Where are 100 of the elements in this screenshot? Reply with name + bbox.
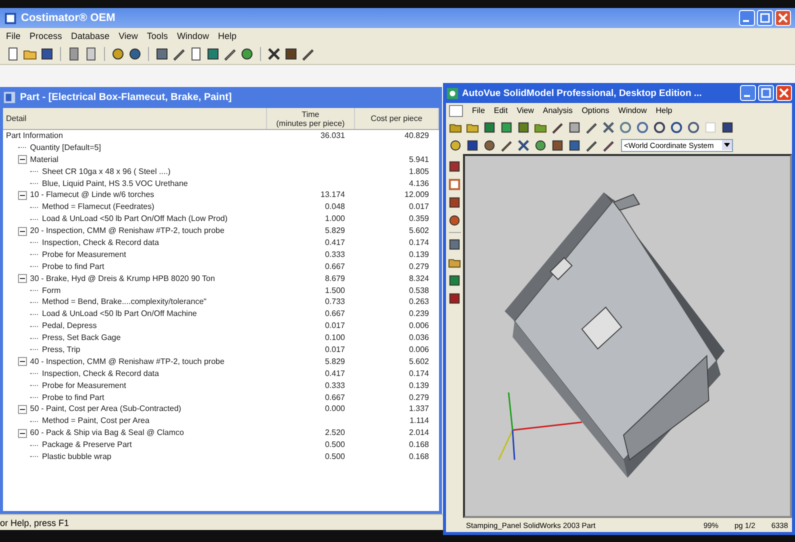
- tree-item[interactable]: Press, Set Back Gage: [42, 332, 121, 344]
- menu-item[interactable]: Database: [71, 31, 110, 41]
- collapse-toggle[interactable]: [18, 190, 27, 200]
- cost-value: 0.168: [408, 439, 429, 452]
- tree-item[interactable]: 60 - Pack & Ship via Bag & Seal @ Clamco: [30, 427, 184, 440]
- tree-item[interactable]: Probe for Measurement: [42, 248, 126, 261]
- time-value: 0.667: [324, 260, 345, 273]
- delete-icon[interactable]: [267, 47, 281, 61]
- time-value: 0.417: [324, 237, 345, 249]
- part-window-title: Part - [Electrical Box-Flamecut, Brake, Paint]: [20, 92, 232, 103]
- menu-item[interactable]: Tools: [146, 31, 168, 41]
- tree-item[interactable]: 10 - Flamecut @ Linde w/6 torches: [30, 189, 154, 202]
- time-value: 0.333: [324, 380, 345, 392]
- menu-item[interactable]: Options: [582, 106, 610, 115]
- menu-item[interactable]: Analysis: [542, 106, 573, 115]
- tree-item[interactable]: 50 - Paint, Cost per Area (Sub-Contracted): [30, 403, 182, 416]
- close-button[interactable]: [775, 10, 791, 26]
- menu-item[interactable]: View: [118, 31, 138, 41]
- collapse-toggle[interactable]: [18, 274, 27, 284]
- tree-item[interactable]: Pedal, Depress: [42, 320, 97, 332]
- tree-item[interactable]: Inspection, Check & Record data: [42, 237, 159, 249]
- column-header[interactable]: Detail: [3, 108, 267, 129]
- cost-value: 8.324: [408, 272, 429, 285]
- cost-value: 5.602: [408, 356, 429, 368]
- new-document-icon[interactable]: [6, 47, 20, 61]
- tree-item[interactable]: Probe to find Part: [42, 392, 104, 404]
- tree-item[interactable]: Quantity [Default=5]: [30, 142, 101, 154]
- time-value: 2.520: [324, 427, 345, 440]
- time-value: 0.500: [324, 439, 345, 452]
- minimize-button[interactable]: [739, 10, 755, 26]
- tree-item[interactable]: Probe for Measurement: [42, 380, 126, 392]
- cost-value: 0.036: [408, 332, 429, 344]
- maximize-button[interactable]: [758, 85, 774, 101]
- cost-value: 0.239: [408, 308, 429, 320]
- cost-value: 2.014: [408, 427, 429, 440]
- collapse-toggle[interactable]: [18, 226, 27, 236]
- time-value: 0.667: [324, 392, 345, 404]
- cross-icon[interactable]: [517, 138, 530, 152]
- status-text: or Help, press F1: [0, 518, 70, 528]
- collapse-toggle[interactable]: [18, 428, 27, 438]
- cost-value: 12.009: [404, 189, 429, 202]
- tree-item[interactable]: Method = Flamecut (Feedrates): [42, 201, 154, 214]
- time-value: 0.100: [324, 332, 345, 344]
- column-header[interactable]: Cost per piece: [355, 108, 439, 129]
- tree-item[interactable]: Package & Preserve Part: [42, 439, 132, 452]
- cost-value: 0.139: [408, 248, 429, 261]
- cost-value: 0.359: [408, 213, 429, 226]
- cost-value: 0.538: [408, 284, 429, 296]
- window-title: Costimator® OEM: [21, 12, 116, 24]
- cost-value: 0.279: [408, 392, 429, 404]
- menu-item[interactable]: File: [472, 106, 485, 115]
- close-button[interactable]: [776, 85, 792, 101]
- tree-item[interactable]: Load & UnLoad <50 lb Part On/Off Mach (Low Prod): [42, 213, 228, 226]
- menu-item[interactable]: View: [516, 106, 534, 115]
- tree-item[interactable]: Method = Paint, Cost per Area: [42, 415, 150, 428]
- cost-value: 0.168: [408, 451, 429, 463]
- menu-item[interactable]: Help: [218, 31, 236, 41]
- tree-item[interactable]: Form: [42, 284, 61, 296]
- tree-item[interactable]: Load & UnLoad <50 lb Part On/Off Machine: [42, 308, 197, 320]
- tree-item[interactable]: Inspection, Check & Record data: [42, 368, 159, 380]
- tree-item[interactable]: 30 - Brake, Hyd @ Dreis & Krump HPB 8020 90 Ton: [30, 272, 215, 285]
- cost-value: 0.263: [408, 296, 429, 308]
- time-value: 1.000: [324, 213, 345, 226]
- tree-item[interactable]: Part Information: [6, 130, 63, 142]
- time-value: 0.733: [324, 296, 345, 308]
- menu-item[interactable]: File: [6, 31, 21, 41]
- tree-item[interactable]: Blue, Liquid Paint, HS 3.5 VOC Urethane: [42, 178, 188, 190]
- time-value: 5.829: [324, 356, 345, 368]
- time-value: 0.017: [324, 320, 345, 332]
- menu-item[interactable]: Process: [30, 31, 62, 41]
- tree-item[interactable]: Material: [30, 154, 58, 166]
- time-value: 0.500: [324, 451, 345, 463]
- tree-item[interactable]: 40 - Inspection, CMM @ Renishaw #TP-2, touch probe: [30, 356, 224, 368]
- time-value: 13.174: [320, 189, 345, 202]
- cost-value: 0.139: [408, 380, 429, 392]
- cost-value: 0.006: [408, 344, 429, 356]
- tree-item[interactable]: 20 - Inspection, CMM @ Renishaw #TP-2, touch probe: [30, 225, 224, 238]
- menu-item[interactable]: Window: [176, 31, 209, 41]
- tree-item[interactable]: Sheet CR 10ga x 48 x 96 ( Steel ....): [42, 166, 171, 178]
- cost-value: 0.174: [408, 237, 429, 249]
- model-viewport[interactable]: [463, 154, 792, 518]
- collapse-toggle[interactable]: [18, 404, 27, 414]
- minimize-button[interactable]: [740, 85, 756, 101]
- cost-value: 5.941: [408, 154, 429, 166]
- tree-item[interactable]: Probe to find Part: [42, 260, 104, 273]
- column-header[interactable]: Time (minutes per piece): [267, 108, 355, 129]
- menu-item[interactable]: Edit: [494, 106, 508, 115]
- time-value: 5.829: [324, 225, 345, 238]
- menu-item[interactable]: Help: [656, 106, 672, 115]
- tree-item[interactable]: Plastic bubble wrap: [42, 451, 112, 463]
- time-value: 0.417: [324, 368, 345, 380]
- cost-value: 5.602: [408, 225, 429, 238]
- collapse-toggle[interactable]: [18, 155, 27, 164]
- maximize-button[interactable]: [757, 10, 773, 26]
- time-value: 0.667: [324, 308, 345, 320]
- cost-value: 4.136: [408, 178, 429, 190]
- tree-item[interactable]: Method = Bend, Brake....complexity/tolerance": [42, 296, 206, 308]
- collapse-toggle[interactable]: [18, 357, 27, 366]
- menu-item[interactable]: Window: [618, 106, 647, 115]
- tree-item[interactable]: Press, Trip: [42, 344, 80, 356]
